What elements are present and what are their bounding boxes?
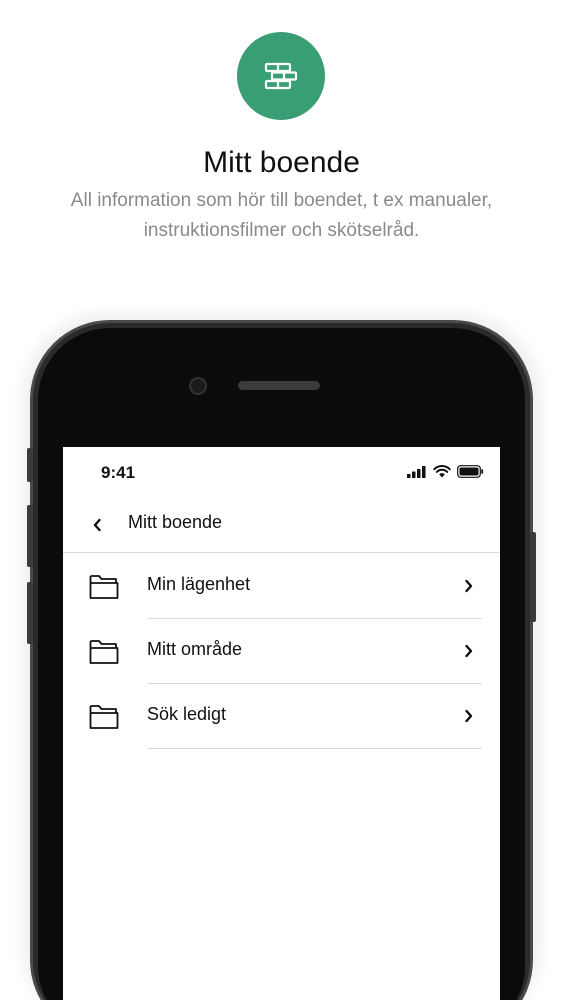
chevron-right-icon bbox=[464, 578, 474, 599]
folder-list: Min lägenhet Mitt område Sök ledigt bbox=[63, 554, 500, 749]
wifi-icon bbox=[433, 465, 451, 483]
list-item-label: Min lägenhet bbox=[147, 574, 251, 594]
list-item-min-lagenhet[interactable]: Min lägenhet bbox=[63, 554, 500, 619]
battery-icon bbox=[457, 465, 484, 483]
chevron-right-icon bbox=[464, 643, 474, 664]
status-time: 9:41 bbox=[101, 463, 136, 482]
status-icons bbox=[407, 465, 484, 483]
chevron-right-icon bbox=[464, 708, 474, 729]
app-module-icon bbox=[237, 32, 325, 120]
phone-side-button bbox=[27, 448, 33, 482]
folder-icon bbox=[89, 637, 119, 670]
phone-side-button bbox=[530, 532, 536, 622]
page-title: Mitt boende bbox=[203, 146, 360, 179]
phone-side-button bbox=[27, 505, 33, 567]
phone-side-button bbox=[27, 582, 33, 644]
page: Mitt boende All information som hör till… bbox=[0, 0, 563, 1000]
list-item-label: Sök ledigt bbox=[147, 704, 227, 724]
camera-icon bbox=[189, 377, 207, 395]
chevron-left-icon[interactable] bbox=[89, 515, 105, 535]
nav-title: Mitt boende bbox=[128, 512, 223, 532]
speaker-grille bbox=[238, 381, 320, 390]
nav-bar: Mitt boende bbox=[63, 499, 500, 553]
page-subtitle: All information som hör till boendet, t … bbox=[70, 190, 493, 241]
phone-screen: 9:41 Mitt boende Min lägenhet Mitt områd… bbox=[63, 447, 500, 1000]
list-item-sok-ledigt[interactable]: Sök ledigt bbox=[63, 684, 500, 749]
list-item-label: Mitt område bbox=[147, 639, 243, 659]
list-item-mitt-omrade[interactable]: Mitt område bbox=[63, 619, 500, 684]
divider bbox=[147, 748, 482, 749]
folder-icon bbox=[89, 572, 119, 605]
folder-icon bbox=[89, 702, 119, 735]
signal-icon bbox=[407, 465, 427, 483]
